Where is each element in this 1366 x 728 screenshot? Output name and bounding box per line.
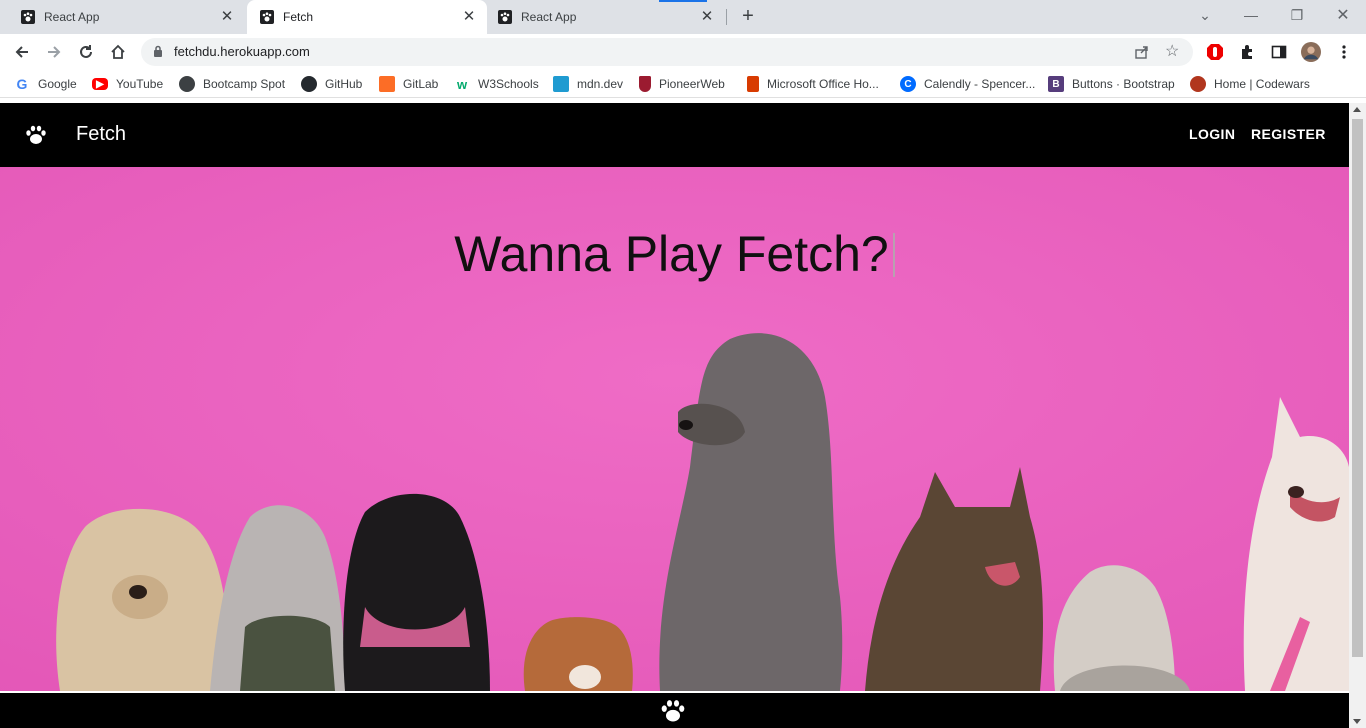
tab-title: React App xyxy=(521,10,577,24)
bookmark-codewars[interactable]: Home | Codewars xyxy=(1190,75,1310,93)
tab-title: Fetch xyxy=(283,10,314,24)
scrollbar-thumb[interactable] xyxy=(1352,119,1363,657)
google-icon: G xyxy=(16,76,28,92)
bootstrap-icon: B xyxy=(1048,76,1064,92)
bookmark-mdn[interactable]: mdn.dev xyxy=(553,75,623,93)
codewars-icon xyxy=(1190,76,1206,92)
profile-avatar-icon[interactable] xyxy=(1301,42,1321,62)
extensions-puzzle-icon[interactable] xyxy=(1237,42,1257,62)
github-icon xyxy=(301,76,317,92)
pioneer-icon xyxy=(639,76,651,92)
bookmark-w3schools[interactable]: w W3Schools xyxy=(454,75,539,93)
bookmark-microsoft-office[interactable]: Microsoft Office Ho... xyxy=(747,75,879,93)
bookmark-calendly[interactable]: C Calendly - Spencer... xyxy=(900,75,1035,93)
calendly-icon: C xyxy=(900,76,916,92)
mdn-icon xyxy=(553,76,569,92)
hero-title: Wanna Play Fetch? xyxy=(0,225,1349,283)
office-icon xyxy=(747,76,759,92)
reload-icon[interactable] xyxy=(72,38,100,66)
close-icon[interactable]: ✕ xyxy=(219,9,235,25)
url-text[interactable]: fetchdu.herokuapp.com xyxy=(174,44,310,59)
adblock-extension-icon[interactable] xyxy=(1205,42,1225,62)
page-content: Fetch LOGIN REGISTER Wanna Play Fetch? xyxy=(0,103,1349,728)
tab-accent xyxy=(659,0,707,2)
close-icon[interactable]: ✕ xyxy=(699,9,715,25)
tab-search-chevron-icon[interactable]: ⌄ xyxy=(1182,0,1228,30)
paw-favicon-icon xyxy=(20,9,36,25)
menu-kebab-icon[interactable] xyxy=(1334,42,1354,62)
brand-title[interactable]: Fetch xyxy=(76,123,126,146)
bookmark-youtube[interactable]: ▶ YouTube xyxy=(92,75,163,93)
bookmark-google[interactable]: G Google xyxy=(14,75,77,93)
paw-favicon-icon xyxy=(259,9,275,25)
text-cursor xyxy=(892,233,895,277)
globe-icon xyxy=(179,76,195,92)
register-button[interactable]: REGISTER xyxy=(1251,126,1326,142)
minimize-icon[interactable]: — xyxy=(1228,0,1274,30)
youtube-icon: ▶ xyxy=(92,78,108,90)
side-panel-icon[interactable] xyxy=(1269,42,1289,62)
paw-favicon-icon xyxy=(497,9,513,25)
bookmarks-bar: G Google ▶ YouTube Bootcamp Spot GitHub … xyxy=(0,70,1366,98)
bookmark-github[interactable]: GitHub xyxy=(301,75,362,93)
gitlab-icon xyxy=(379,76,395,92)
scroll-up-icon[interactable] xyxy=(1353,107,1361,112)
paw-footer-icon xyxy=(658,697,688,728)
app-header: Fetch LOGIN REGISTER xyxy=(0,103,1349,167)
tab-fetch[interactable]: Fetch ✕ xyxy=(247,0,487,34)
page-scrollbar[interactable] xyxy=(1349,103,1366,728)
tab-title: React App xyxy=(44,10,100,24)
restore-icon[interactable]: ❐ xyxy=(1274,0,1320,30)
bookmark-bootcamp-spot[interactable]: Bootcamp Spot xyxy=(179,75,285,93)
w3schools-icon: w xyxy=(456,76,468,92)
bookmark-bootstrap[interactable]: B Buttons · Bootstrap xyxy=(1048,75,1175,93)
login-button[interactable]: LOGIN xyxy=(1189,126,1235,142)
hero-banner: Wanna Play Fetch? xyxy=(0,167,1349,691)
bookmark-pioneerweb[interactable]: PioneerWeb xyxy=(639,75,725,93)
browser-toolbar: fetchdu.herokuapp.com ☆ xyxy=(0,34,1366,70)
bookmark-star-icon[interactable]: ☆ xyxy=(1165,43,1179,61)
close-icon[interactable]: ✕ xyxy=(461,9,477,25)
share-icon[interactable] xyxy=(1134,44,1150,65)
new-tab-icon[interactable]: + xyxy=(737,5,759,27)
forward-icon[interactable] xyxy=(40,38,68,66)
tab-react-app-2[interactable]: React App ✕ xyxy=(477,0,725,34)
paw-logo-icon[interactable] xyxy=(24,123,48,152)
tab-strip: React App ✕ Fetch ✕ React App ✕ + ⌄ — ❐ … xyxy=(0,0,1366,34)
tab-react-app-1[interactable]: React App ✕ xyxy=(0,0,245,34)
home-icon[interactable] xyxy=(104,38,132,66)
back-icon[interactable] xyxy=(8,38,36,66)
scroll-down-icon[interactable] xyxy=(1353,719,1361,724)
address-bar[interactable]: fetchdu.herokuapp.com ☆ xyxy=(141,38,1193,66)
tab-separator xyxy=(726,9,727,25)
lock-icon[interactable] xyxy=(153,45,163,63)
window-close-icon[interactable]: ✕ xyxy=(1320,0,1366,30)
app-footer xyxy=(0,691,1349,728)
bookmark-gitlab[interactable]: GitLab xyxy=(379,75,438,93)
